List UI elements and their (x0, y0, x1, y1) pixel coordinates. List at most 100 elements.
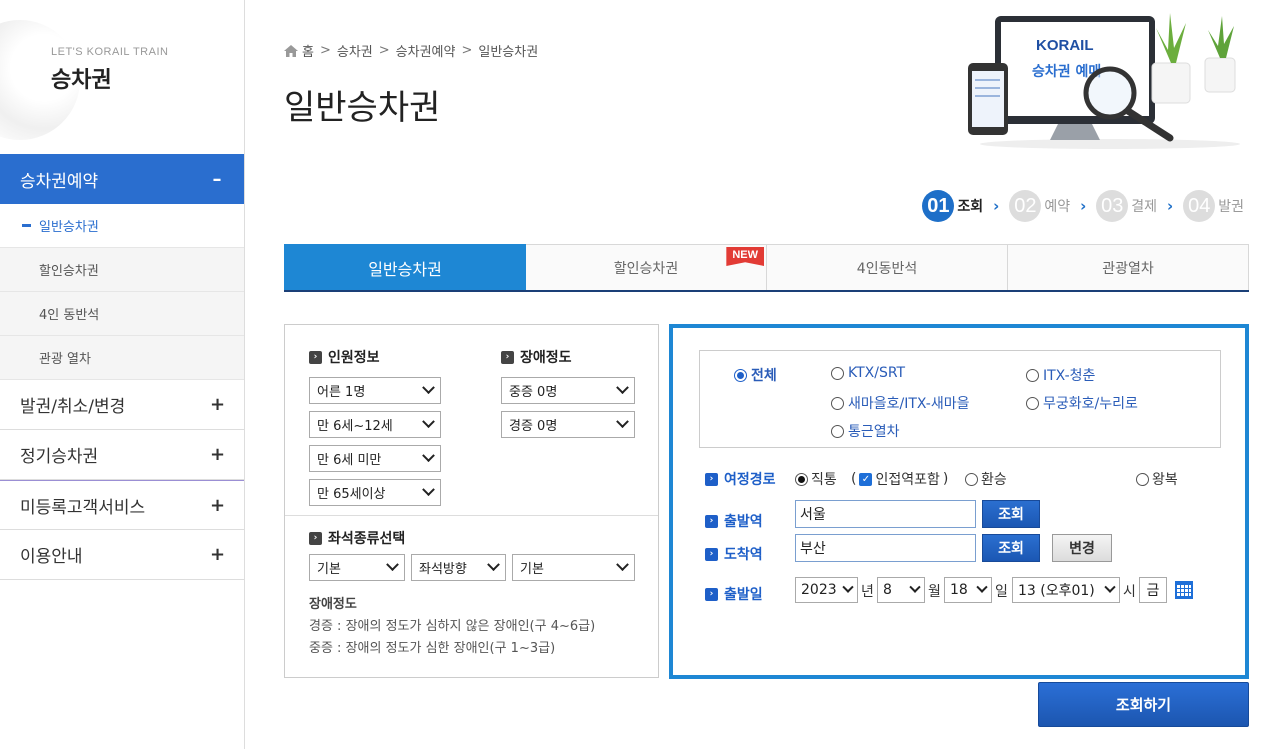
step-label: 조회 (957, 199, 984, 215)
severe-disability-select[interactable]: 중증 0명 (501, 377, 635, 404)
search-trains-button[interactable]: 조회하기 (1038, 682, 1249, 727)
step-search: 01 조회 (922, 190, 983, 222)
select-value: 18 (950, 582, 968, 598)
adult-select[interactable]: 어른 1명 (309, 377, 441, 404)
departure-input[interactable]: 서울 (795, 500, 976, 528)
radio-dot (831, 424, 844, 438)
select-value: 2023 (801, 582, 837, 598)
tab-tour-train[interactable]: 관광열차 (1008, 244, 1249, 290)
day-select[interactable]: 18 (944, 577, 992, 603)
submenu-four-seat[interactable]: 4인 동반석 (0, 292, 244, 336)
passenger-panel: › 인원정보 › 장애정도 어른 1명 만 6세~12세 만 6세 미만 만 6… (284, 324, 659, 678)
route-label: › 여정경로 (705, 469, 776, 489)
sidebar-title: 승차권 (51, 68, 112, 93)
breadcrumb-ticket[interactable]: 승차권 (337, 41, 373, 60)
select-value: 기본 (520, 562, 544, 577)
arrival-label: › 도착역 (705, 544, 763, 564)
radio-dot (831, 366, 844, 380)
tab-four-seat[interactable]: 4인동반석 (767, 244, 1008, 290)
step-label: 발권 (1218, 199, 1244, 215)
breadcrumb-home[interactable]: 홈 (302, 41, 314, 60)
seat-type-select[interactable]: 기본 (309, 554, 405, 581)
home-icon[interactable] (284, 44, 298, 57)
note-title: 장애정도 (309, 597, 357, 612)
close-paren: ) (942, 471, 949, 487)
plus-icon: + (210, 494, 226, 516)
tab-general-ticket[interactable]: 일반승차권 (284, 244, 526, 290)
radio-label: 직통 (811, 472, 837, 488)
chevron-right-icon: › (1167, 197, 1174, 215)
train-type-commuter[interactable]: 통근열차 (831, 421, 900, 441)
menu-issue-cancel[interactable]: 발권/취소/변경 + (0, 380, 244, 430)
dash-icon (22, 224, 31, 227)
disability-heading: › 장애정도 (501, 347, 572, 367)
departure-search-button[interactable]: 조회 (982, 500, 1040, 528)
train-type-all[interactable]: 전체 (734, 365, 777, 385)
select-value: 어른 1명 (317, 385, 366, 400)
seat-option-select[interactable]: 기본 (512, 554, 635, 581)
radio-label: KTX/SRT (848, 365, 906, 381)
infant-select[interactable]: 만 6세 미만 (309, 445, 441, 472)
date-label: › 출발일 (705, 584, 763, 604)
breadcrumb-reservation[interactable]: 승차권예약 (396, 41, 456, 60)
route-round-trip[interactable]: 왕복 (1136, 469, 1178, 489)
month-select[interactable]: 8 (877, 577, 925, 603)
train-type-ktx[interactable]: KTX/SRT (831, 365, 905, 381)
senior-select[interactable]: 만 65세이상 (309, 479, 441, 506)
chevron-right-icon: › (1080, 197, 1087, 215)
step-issue: 04 발권 (1183, 190, 1244, 222)
tab-discount-ticket[interactable]: 할인승차권 NEW (526, 244, 767, 290)
search-panel: 전체 KTX/SRT ITX-청춘 새마을호/ITX-새마을 무궁화호/누리로 … (669, 324, 1249, 679)
arrival-search-button[interactable]: 조회 (982, 534, 1040, 562)
submenu-tour-train[interactable]: 관광 열차 (0, 336, 244, 380)
menu-usage-guide[interactable]: 이용안내 + (0, 530, 244, 580)
train-type-mugunghwa[interactable]: 무궁화호/누리로 (1026, 393, 1138, 413)
menu-guest-service[interactable]: 미등록고객서비스 + (0, 480, 244, 530)
progress-steps: 01 조회 › 02 예약 › 03 결제 › 04 발권 (922, 190, 1244, 222)
radio-label: 무궁화호/누리로 (1043, 396, 1138, 412)
menu-season-ticket[interactable]: 정기승차권 + (0, 430, 244, 480)
submenu-label: 할인승차권 (39, 264, 99, 279)
radio-dot (831, 396, 844, 410)
route-direct[interactable]: 직통 (795, 469, 837, 489)
label-text: 출발일 (724, 587, 763, 603)
child-select[interactable]: 만 6세~12세 (309, 411, 441, 438)
route-transfer[interactable]: 환승 (965, 469, 1007, 489)
heading-label: 인원정보 (328, 350, 380, 366)
breadcrumb: 홈 > 승차권 > 승차권예약 > 일반승차권 (284, 41, 538, 60)
menu-ticket-reservation[interactable]: 승차권예약 – (0, 154, 244, 204)
mild-disability-select[interactable]: 경증 0명 (501, 411, 635, 438)
hour-unit: 시 (1123, 584, 1136, 600)
chevron-down-icon (422, 483, 435, 497)
calendar-icon[interactable] (1175, 581, 1193, 599)
sidebar: LET'S KORAIL TRAIN 승차권 승차권예약 – 일반승차권 할인승… (0, 0, 245, 749)
step-label: 예약 (1044, 199, 1071, 215)
select-value: 13 (오후01) (1018, 583, 1095, 599)
train-type-itx-cheongchun[interactable]: ITX-청춘 (1026, 365, 1095, 385)
hour-select[interactable]: 13 (오후01) (1012, 577, 1120, 603)
chevron-down-icon (976, 581, 988, 593)
plus-icon: + (210, 394, 226, 415)
step-number: 02 (1009, 190, 1042, 222)
radio-label: 왕복 (1152, 472, 1178, 488)
step-number: 01 (922, 190, 955, 222)
chevron-down-icon (422, 381, 435, 395)
note-severe: 중증 : 장애의 정도가 심한 장애인(구 1~3급) (309, 641, 556, 656)
submenu-discount-ticket[interactable]: 할인승차권 (0, 248, 244, 292)
seat-direction-select[interactable]: 좌석방향 (411, 554, 506, 581)
route-include-nearby[interactable]: (✓ 인접역포함) (851, 469, 948, 489)
swap-stations-button[interactable]: 변경 (1052, 534, 1112, 562)
heading-label: 장애정도 (520, 350, 572, 366)
plus-icon: + (210, 544, 226, 565)
radio-label: 환승 (981, 472, 1007, 488)
label-text: 여정경로 (724, 472, 776, 488)
submenu-general-ticket[interactable]: 일반승차권 (0, 204, 244, 248)
arrival-input[interactable]: 부산 (795, 534, 976, 562)
heading-label: 좌석종류선택 (328, 531, 406, 547)
year-select[interactable]: 2023 (795, 577, 858, 603)
chevron-down-icon (487, 558, 500, 572)
train-type-saemaeul[interactable]: 새마을호/ITX-새마을 (831, 393, 970, 413)
step-number: 04 (1183, 190, 1216, 222)
arrow-box-icon: › (309, 531, 322, 545)
checkbox-label: 인접역포함 (875, 472, 940, 488)
